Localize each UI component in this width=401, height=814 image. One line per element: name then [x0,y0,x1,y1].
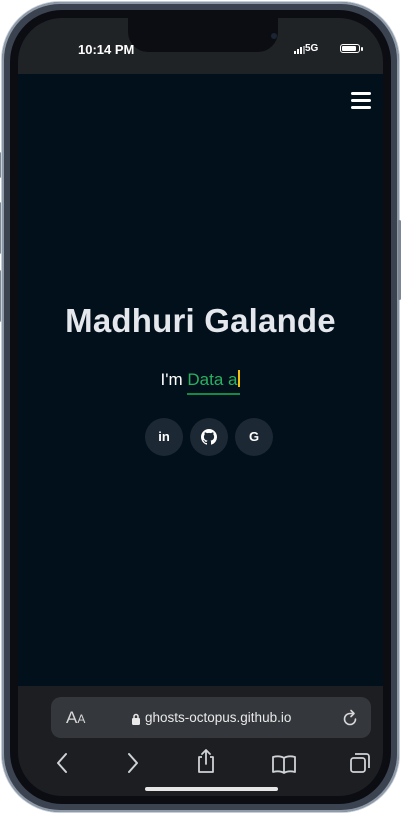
status-time: 10:14 PM [78,42,135,57]
linkedin-icon: in [158,429,170,444]
phone-bezel: 10:14 PM 5G Madhuri Galande I'm Data a i… [10,10,391,804]
hero-tagline: I'm Data a [18,370,383,395]
url-text[interactable]: ghosts-octopus.github.io [145,710,291,725]
text-size-label-small: A [77,712,86,726]
tabs-icon[interactable] [349,752,371,774]
status-bar: 10:14 PM 5G [18,18,383,74]
google-icon: G [248,429,260,444]
typed-text-value: Data a [187,370,238,389]
phone-side-button [0,202,1,254]
github-icon [201,429,217,445]
text-size-button[interactable]: AA [66,708,85,728]
linkedin-link[interactable]: in [145,418,183,456]
hero-name: Madhuri Galande [65,302,336,339]
notch [128,18,278,52]
hamburger-menu-icon[interactable] [351,92,371,110]
typed-text: Data a [187,370,241,395]
tagline-prefix: I'm [160,370,188,389]
phone-frame: 10:14 PM 5G Madhuri Galande I'm Data a i… [0,2,401,812]
lock-icon [132,713,140,725]
typing-cursor [238,370,241,387]
camera-icon [271,33,277,39]
bookmarks-icon[interactable] [271,754,297,774]
network-type: 5G [305,43,319,54]
share-icon[interactable] [196,748,216,774]
home-indicator [145,787,278,791]
phone-side-button [0,152,1,178]
signal-icon [294,46,305,54]
google-link[interactable]: G [235,418,273,456]
reload-icon[interactable] [341,708,359,728]
github-link[interactable] [190,418,228,456]
phone-side-button [0,270,1,322]
back-icon[interactable] [56,752,68,774]
battery-icon [340,44,363,53]
battery-level [342,46,357,51]
text-size-label: A [66,708,78,727]
phone-screen: 10:14 PM 5G Madhuri Galande I'm Data a i… [18,18,383,796]
forward-icon[interactable] [127,752,139,774]
